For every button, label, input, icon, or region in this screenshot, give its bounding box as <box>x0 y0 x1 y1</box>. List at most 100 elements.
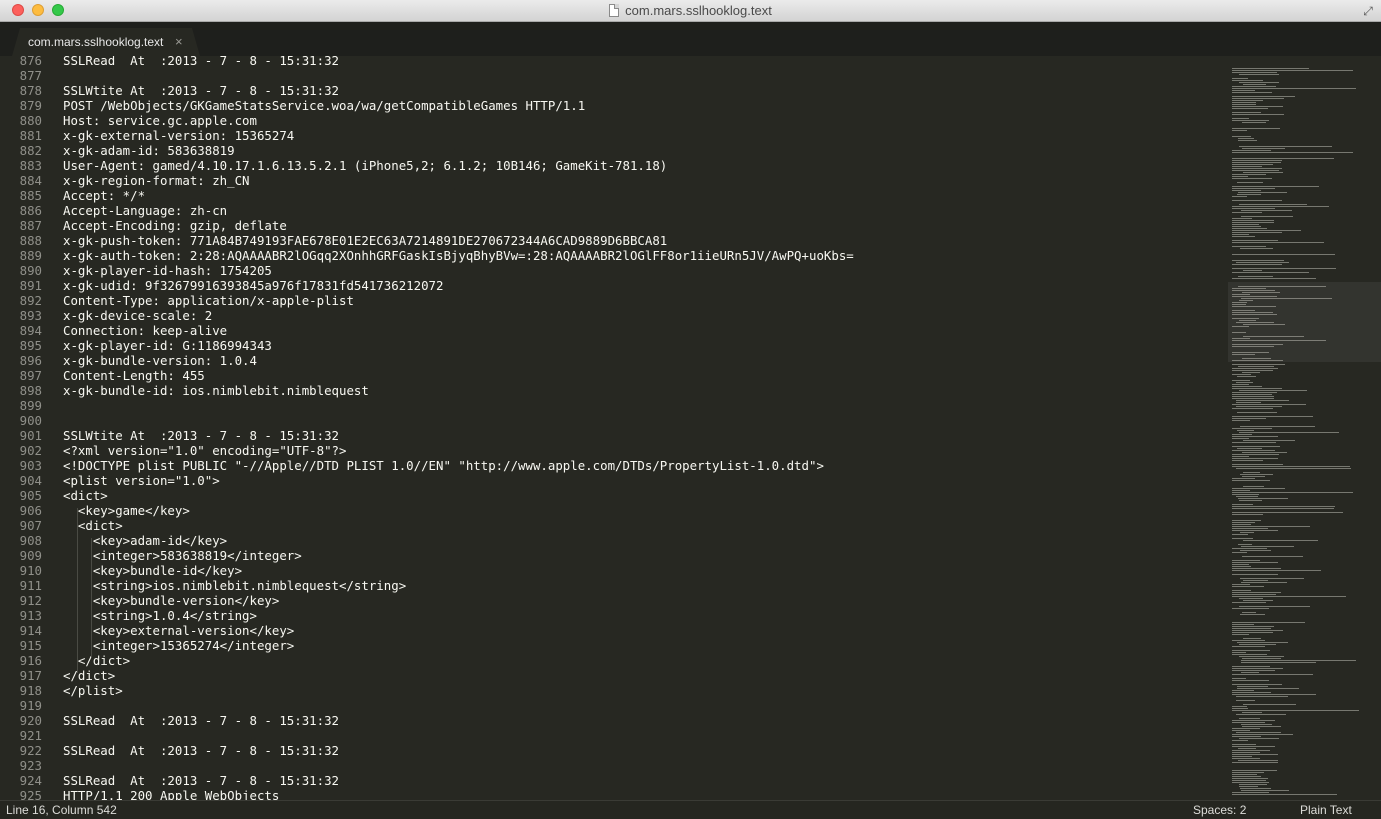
code-line[interactable]: 895 x-gk-player-id: G:1186994343 <box>0 338 1225 353</box>
code-line[interactable]: 923 <box>0 758 1225 773</box>
code-line[interactable]: 883 User-Agent: gamed/4.10.17.1.6.13.5.2.… <box>0 158 1225 173</box>
code-line[interactable]: 876 SSLRead At :2013 - 7 - 8 - 15:31:32 <box>0 56 1225 68</box>
code-line[interactable]: 881 x-gk-external-version: 15365274 <box>0 128 1225 143</box>
line-text[interactable]: POST /WebObjects/GKGameStatsService.woa/… <box>42 98 585 113</box>
code-line[interactable]: 918 </plist> <box>0 683 1225 698</box>
code-line[interactable]: 884 x-gk-region-format: zh_CN <box>0 173 1225 188</box>
editor-area[interactable]: 876 SSLRead At :2013 - 7 - 8 - 15:31:32 87… <box>0 56 1381 800</box>
code-line[interactable]: 899 <box>0 398 1225 413</box>
syntax-selector[interactable]: Plain Text <box>1300 803 1352 817</box>
code-line[interactable]: 885 Accept: */* <box>0 188 1225 203</box>
code-line[interactable]: 892 Content-Type: application/x-apple-pli… <box>0 293 1225 308</box>
code-line[interactable]: 900 <box>0 413 1225 428</box>
line-text[interactable]: <integer>15365274</integer> <box>42 638 294 653</box>
code-line[interactable]: 907 <dict> <box>0 518 1225 533</box>
line-text[interactable]: <?xml version="1.0" encoding="UTF-8"?> <box>42 443 346 458</box>
code-line[interactable]: 901 SSLWtite At :2013 - 7 - 8 - 15:31:32 <box>0 428 1225 443</box>
code-line[interactable]: 879 POST /WebObjects/GKGameStatsService.w… <box>0 98 1225 113</box>
line-text[interactable]: SSLWtite At :2013 - 7 - 8 - 15:31:32 <box>42 428 339 443</box>
code-line[interactable]: 906 <key>game</key> <box>0 503 1225 518</box>
line-text[interactable]: SSLRead At :2013 - 7 - 8 - 15:31:32 <box>42 743 339 758</box>
code-line[interactable]: 916 </dict> <box>0 653 1225 668</box>
code-line[interactable]: 898 x-gk-bundle-id: ios.nimblebit.nimbleq… <box>0 383 1225 398</box>
line-text[interactable]: Accept-Language: zh-cn <box>42 203 227 218</box>
code-line[interactable]: 877 <box>0 68 1225 83</box>
line-text[interactable]: <integer>583638819</integer> <box>42 548 302 563</box>
line-text[interactable]: Accept: */* <box>42 188 145 203</box>
code-line[interactable]: 908 <key>adam-id</key> <box>0 533 1225 548</box>
code-line[interactable]: 915 <integer>15365274</integer> <box>0 638 1225 653</box>
line-text[interactable]: <dict> <box>42 488 108 503</box>
line-text[interactable]: x-gk-player-id: G:1186994343 <box>42 338 272 353</box>
code-line[interactable]: 902 <?xml version="1.0" encoding="UTF-8"?… <box>0 443 1225 458</box>
code-line[interactable]: 909 <integer>583638819</integer> <box>0 548 1225 563</box>
code-line[interactable]: 910 <key>bundle-id</key> <box>0 563 1225 578</box>
line-text[interactable]: Content-Length: 455 <box>42 368 205 383</box>
line-text[interactable]: x-gk-region-format: zh_CN <box>42 173 250 188</box>
code-line[interactable]: 878 SSLWtite At :2013 - 7 - 8 - 15:31:32 <box>0 83 1225 98</box>
code-line[interactable]: 893 x-gk-device-scale: 2 <box>0 308 1225 323</box>
line-text[interactable]: x-gk-external-version: 15365274 <box>42 128 294 143</box>
line-text[interactable]: x-gk-player-id-hash: 1754205 <box>42 263 272 278</box>
line-text[interactable]: Connection: keep-alive <box>42 323 227 338</box>
code-line[interactable]: 897 Content-Length: 455 <box>0 368 1225 383</box>
code-line[interactable]: 894 Connection: keep-alive <box>0 323 1225 338</box>
code-line[interactable]: 914 <key>external-version</key> <box>0 623 1225 638</box>
code-line[interactable]: 889 x-gk-auth-token: 2:28:AQAAAABR2lOGqq2… <box>0 248 1225 263</box>
line-text[interactable]: <dict> <box>42 518 123 533</box>
line-text[interactable]: <key>bundle-id</key> <box>42 563 242 578</box>
line-text[interactable]: x-gk-auth-token: 2:28:AQAAAABR2lOGqq2XOn… <box>42 248 854 263</box>
code-line[interactable]: 896 x-gk-bundle-version: 1.0.4 <box>0 353 1225 368</box>
line-text[interactable]: User-Agent: gamed/4.10.17.1.6.13.5.2.1 (… <box>42 158 667 173</box>
code-line[interactable]: 890 x-gk-player-id-hash: 1754205 <box>0 263 1225 278</box>
code-line[interactable]: 917 </dict> <box>0 668 1225 683</box>
file-tab[interactable]: com.mars.sslhooklog.text × <box>12 28 200 56</box>
code-line[interactable]: 912 <key>bundle-version</key> <box>0 593 1225 608</box>
line-text[interactable]: Content-Type: application/x-apple-plist <box>42 293 354 308</box>
code-line[interactable]: 924 SSLRead At :2013 - 7 - 8 - 15:31:32 <box>0 773 1225 788</box>
code-line[interactable]: 904 <plist version="1.0"> <box>0 473 1225 488</box>
code-line[interactable]: 920 SSLRead At :2013 - 7 - 8 - 15:31:32 <box>0 713 1225 728</box>
code-line[interactable]: 903 <!DOCTYPE plist PUBLIC "-//Apple//DTD… <box>0 458 1225 473</box>
line-text[interactable]: SSLRead At :2013 - 7 - 8 - 15:31:32 <box>42 713 339 728</box>
line-text[interactable]: Accept-Encoding: gzip, deflate <box>42 218 287 233</box>
code-line[interactable]: 886 Accept-Language: zh-cn <box>0 203 1225 218</box>
code-line[interactable]: 880 Host: service.gc.apple.com <box>0 113 1225 128</box>
line-text[interactable]: <key>game</key> <box>42 503 190 518</box>
line-text[interactable]: <key>external-version</key> <box>42 623 294 638</box>
line-text[interactable]: <key>adam-id</key> <box>42 533 227 548</box>
code-line[interactable]: 882 x-gk-adam-id: 583638819 <box>0 143 1225 158</box>
code-line[interactable]: 925 HTTP/1.1 200 Apple WebObjects <box>0 788 1225 800</box>
code-line[interactable]: 921 <box>0 728 1225 743</box>
code-line[interactable]: 891 x-gk-udid: 9f32679916393845a976f17831… <box>0 278 1225 293</box>
line-text[interactable]: Host: service.gc.apple.com <box>42 113 257 128</box>
code-line[interactable]: 919 <box>0 698 1225 713</box>
line-text[interactable]: SSLWtite At :2013 - 7 - 8 - 15:31:32 <box>42 83 339 98</box>
line-text[interactable]: <plist version="1.0"> <box>42 473 220 488</box>
indentation-setting[interactable]: Spaces: 2 <box>1193 803 1246 817</box>
line-text[interactable]: </plist> <box>42 683 123 698</box>
code-view[interactable]: 876 SSLRead At :2013 - 7 - 8 - 15:31:32 87… <box>0 56 1225 800</box>
tab-close-icon[interactable]: × <box>175 34 183 49</box>
code-line[interactable]: 911 <string>ios.nimblebit.nimblequest</s… <box>0 578 1225 593</box>
line-text[interactable]: x-gk-bundle-version: 1.0.4 <box>42 353 257 368</box>
line-text[interactable]: x-gk-device-scale: 2 <box>42 308 212 323</box>
line-text[interactable]: x-gk-udid: 9f32679916393845a976f17831fd5… <box>42 278 443 293</box>
line-text[interactable]: SSLRead At :2013 - 7 - 8 - 15:31:32 <box>42 773 339 788</box>
line-text[interactable]: </dict> <box>42 668 115 683</box>
code-line[interactable]: 905 <dict> <box>0 488 1225 503</box>
line-text[interactable]: <!DOCTYPE plist PUBLIC "-//Apple//DTD PL… <box>42 458 824 473</box>
code-line[interactable]: 922 SSLRead At :2013 - 7 - 8 - 15:31:32 <box>0 743 1225 758</box>
line-text[interactable]: SSLRead At :2013 - 7 - 8 - 15:31:32 <box>42 56 339 68</box>
minimap[interactable] <box>1228 56 1381 800</box>
line-text[interactable]: x-gk-push-token: 771A84B749193FAE678E01E… <box>42 233 667 248</box>
code-line[interactable]: 913 <string>1.0.4</string> <box>0 608 1225 623</box>
fullscreen-icon[interactable]: ⤢ <box>1361 4 1375 18</box>
line-text[interactable]: x-gk-bundle-id: ios.nimblebit.nimbleques… <box>42 383 369 398</box>
line-text[interactable]: <string>ios.nimblebit.nimblequest</strin… <box>42 578 406 593</box>
line-text[interactable]: </dict> <box>42 653 130 668</box>
line-text[interactable]: <string>1.0.4</string> <box>42 608 257 623</box>
line-text[interactable]: x-gk-adam-id: 583638819 <box>42 143 235 158</box>
code-line[interactable]: 887 Accept-Encoding: gzip, deflate <box>0 218 1225 233</box>
line-text[interactable]: HTTP/1.1 200 Apple WebObjects <box>42 788 279 800</box>
